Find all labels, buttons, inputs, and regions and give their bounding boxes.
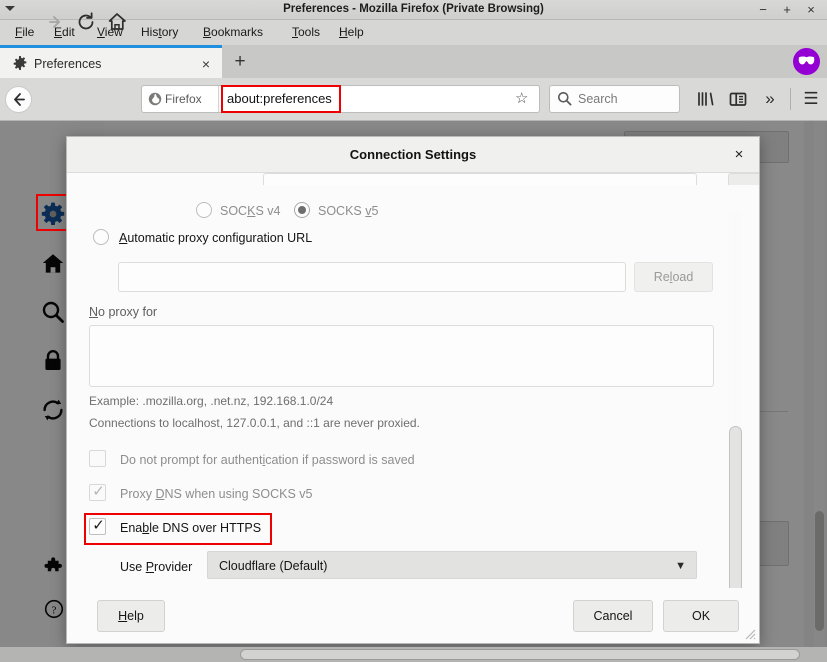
dialog-title: Connection Settings bbox=[349, 147, 477, 162]
label-socks-v4: SOCKS v4 bbox=[220, 204, 281, 218]
connection-settings-dialog: Connection Settings × SOCKS v4 SOCKS v5 … bbox=[66, 136, 760, 644]
new-tab-button[interactable]: + bbox=[228, 49, 252, 74]
checkbox-proxy-dns[interactable]: ✓ bbox=[89, 483, 106, 501]
cancel-button[interactable]: Cancel bbox=[573, 600, 653, 632]
forward-button[interactable] bbox=[42, 9, 68, 35]
pac-url-input[interactable] bbox=[118, 262, 626, 292]
reload-button[interactable] bbox=[73, 9, 99, 35]
label-socks-v5: SOCKS v5 bbox=[318, 204, 379, 218]
identity-box[interactable]: Firefox bbox=[142, 86, 219, 112]
toolbar-divider bbox=[790, 88, 791, 110]
proxy-port-button-cutoff[interactable] bbox=[728, 173, 759, 185]
gear-icon bbox=[12, 55, 28, 71]
back-button[interactable] bbox=[5, 86, 32, 113]
proxy-port-field-cutoff[interactable] bbox=[263, 173, 697, 185]
provider-select[interactable]: Cloudflare (Default) ▼ bbox=[207, 551, 697, 579]
no-proxy-example: Example: .mozilla.org, .net.nz, 192.168.… bbox=[89, 394, 334, 408]
dialog-scrollbar-thumb[interactable] bbox=[729, 426, 742, 601]
tab-preferences[interactable]: Preferences × bbox=[0, 45, 222, 78]
label-enable-doh: Enable DNS over HTTPS bbox=[120, 521, 262, 535]
ok-button[interactable]: OK bbox=[663, 600, 739, 632]
url-bar[interactable]: Firefox about:preferences ☆ bbox=[141, 85, 540, 113]
dialog-resize-grip[interactable] bbox=[742, 626, 756, 640]
hamburger-menu-icon[interactable]: ☰ bbox=[800, 88, 822, 110]
overflow-chevron-icon[interactable]: » bbox=[759, 88, 781, 110]
no-proxy-textarea[interactable] bbox=[89, 325, 714, 387]
check-tick-icon: ✓ bbox=[92, 517, 105, 534]
menu-history[interactable]: History bbox=[134, 20, 185, 45]
private-browsing-mask-icon bbox=[793, 48, 820, 75]
window-horizontal-scrollbar[interactable] bbox=[0, 647, 827, 662]
url-text: about:preferences bbox=[227, 91, 332, 106]
label-no-proxy-for: No proxy for bbox=[89, 305, 158, 319]
menu-tools[interactable]: Tools bbox=[285, 20, 327, 45]
home-button[interactable] bbox=[104, 9, 130, 35]
bookmark-star-icon[interactable]: ☆ bbox=[515, 91, 531, 107]
sidebar-icon[interactable] bbox=[727, 88, 749, 110]
chevron-down-icon: ▼ bbox=[675, 560, 686, 572]
tab-strip: Preferences × + bbox=[0, 45, 827, 78]
dialog-body: SOCKS v4 SOCKS v5 Automatic proxy config… bbox=[67, 173, 759, 608]
search-input-placeholder: Search bbox=[578, 92, 618, 106]
check-tick-icon bbox=[91, 449, 106, 467]
dialog-scroll-area: SOCKS v4 SOCKS v5 Automatic proxy config… bbox=[67, 173, 759, 593]
menu-bookmarks[interactable]: Bookmarks bbox=[196, 20, 270, 45]
label-proxy-dns: Proxy DNS when using SOCKS v5 bbox=[120, 487, 313, 501]
dialog-scrollbar[interactable] bbox=[729, 211, 742, 605]
radio-socks-v4[interactable] bbox=[196, 202, 212, 218]
pac-reload-button[interactable]: Reload bbox=[634, 262, 713, 292]
search-bar[interactable]: Search bbox=[549, 85, 680, 113]
menu-help[interactable]: Help bbox=[332, 20, 371, 45]
label-do-not-prompt: Do not prompt for authentication if pass… bbox=[120, 453, 415, 467]
radio-socks-v5[interactable] bbox=[294, 202, 310, 218]
checkbox-enable-doh[interactable]: ✓ bbox=[89, 517, 106, 535]
menu-file[interactable]: File bbox=[8, 20, 41, 45]
tab-close-button[interactable]: × bbox=[202, 48, 210, 81]
dialog-close-button[interactable]: × bbox=[730, 146, 748, 164]
label-use-provider: Use Provider bbox=[120, 560, 193, 574]
window-horizontal-scrollbar-thumb[interactable] bbox=[240, 649, 800, 660]
provider-selected-value: Cloudflare (Default) bbox=[219, 559, 328, 573]
no-proxy-note: Connections to localhost, 127.0.0.1, and… bbox=[89, 416, 420, 430]
window-minimize-button[interactable]: − bbox=[756, 3, 770, 17]
checkbox-do-not-prompt[interactable] bbox=[89, 450, 106, 467]
browser-window: Preferences - Mozilla Firefox (Private B… bbox=[0, 0, 827, 662]
dialog-footer: Help Cancel OK bbox=[67, 588, 759, 643]
identity-label: Firefox bbox=[165, 92, 202, 106]
check-tick-icon: ✓ bbox=[92, 483, 105, 500]
label-automatic-proxy-config: Automatic proxy configuration URL bbox=[119, 231, 313, 245]
window-maximize-button[interactable]: + bbox=[780, 3, 794, 17]
window-close-button[interactable]: × bbox=[804, 3, 818, 17]
library-icon[interactable] bbox=[694, 88, 716, 110]
dialog-titlebar: Connection Settings × bbox=[67, 137, 759, 173]
tab-label: Preferences bbox=[34, 57, 102, 71]
search-icon bbox=[557, 91, 572, 111]
help-button[interactable]: Help bbox=[97, 600, 165, 632]
radio-automatic-proxy-config[interactable] bbox=[93, 229, 109, 245]
